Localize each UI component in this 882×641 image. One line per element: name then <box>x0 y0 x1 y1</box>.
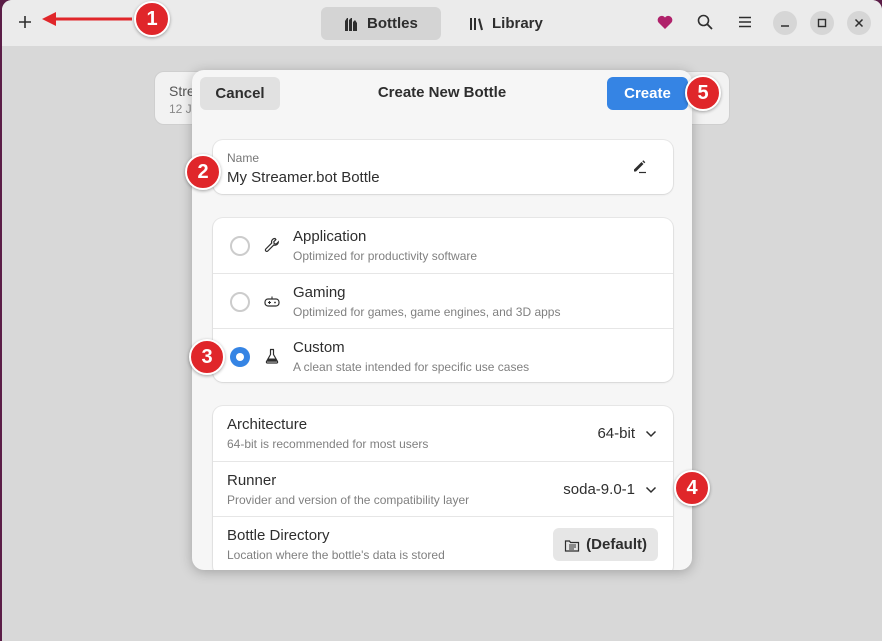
environment-gaming-row[interactable]: Gaming Optimized for games, game engines… <box>213 273 673 328</box>
bottle-directory-button[interactable]: (Default) <box>553 528 658 561</box>
runner-title: Runner <box>227 472 277 489</box>
name-label: Name <box>227 151 260 165</box>
close-window-button[interactable] <box>847 11 871 35</box>
minimize-button[interactable] <box>773 11 797 35</box>
bottles-icon <box>345 17 357 31</box>
folder-documents-icon <box>565 539 580 552</box>
application-title: Application <box>293 228 367 245</box>
create-bottle-dialog: Cancel Create New Bottle Create Name My … <box>192 70 692 570</box>
donate-button[interactable] <box>654 11 676 33</box>
chevron-down-icon <box>645 486 657 493</box>
name-field-row[interactable]: Name My Streamer.bot Bottle <box>213 140 673 194</box>
close-icon <box>854 18 864 28</box>
app-window: Bottles Library Stre 12 J Cancel Create … <box>2 0 882 641</box>
search-button[interactable] <box>694 11 716 33</box>
runner-dropdown[interactable]: soda-9.0-1 <box>563 481 657 498</box>
search-icon <box>697 14 713 30</box>
architecture-row[interactable]: Architecture 64-bit is recommended for m… <box>213 406 673 461</box>
wrench-icon <box>264 237 280 252</box>
maximize-icon <box>817 18 827 28</box>
bottle-directory-subtitle: Location where the bottle's data is stor… <box>227 548 445 562</box>
architecture-title: Architecture <box>227 416 308 433</box>
environment-custom-row[interactable]: Custom A clean state intended for specif… <box>213 328 673 383</box>
architecture-subtitle: 64-bit is recommended for most users <box>227 437 429 451</box>
bottle-directory-row: Bottle Directory Location where the bott… <box>213 516 673 570</box>
gaming-title: Gaming <box>293 284 346 301</box>
annotation-badge-2: 2 <box>185 154 221 190</box>
heart-icon <box>657 15 673 29</box>
custom-title: Custom <box>293 339 345 356</box>
annotation-badge-1: 1 <box>134 1 170 37</box>
gaming-radio[interactable] <box>230 292 250 312</box>
annotation-badge-4: 4 <box>674 470 710 506</box>
architecture-value: 64-bit <box>597 425 635 442</box>
architecture-dropdown[interactable]: 64-bit <box>597 425 657 442</box>
tab-bottles-label: Bottles <box>367 15 418 32</box>
environment-list: Application Optimized for productivity s… <box>213 218 673 382</box>
runner-value: soda-9.0-1 <box>563 481 635 498</box>
custom-subtitle: A clean state intended for specific use … <box>293 360 530 374</box>
add-bottle-button[interactable] <box>12 9 38 35</box>
maximize-button[interactable] <box>810 11 834 35</box>
plus-icon <box>19 16 31 28</box>
bottle-settings-list: Architecture 64-bit is recommended for m… <box>213 406 673 570</box>
tab-library-label: Library <box>492 15 543 32</box>
bottle-list-card-subtitle: 12 J <box>169 102 192 116</box>
library-icon <box>470 17 483 30</box>
main-menu-button[interactable] <box>734 11 756 33</box>
name-input[interactable]: My Streamer.bot Bottle <box>227 169 380 186</box>
application-subtitle: Optimized for productivity software <box>293 249 478 263</box>
gamepad-icon <box>264 296 280 307</box>
flask-icon <box>265 348 279 364</box>
bottle-directory-title: Bottle Directory <box>227 527 330 544</box>
annotation-arrow-icon <box>42 12 132 26</box>
chevron-down-icon <box>645 430 657 437</box>
tab-library[interactable]: Library <box>460 7 552 40</box>
custom-radio[interactable] <box>230 347 250 367</box>
runner-row[interactable]: Runner Provider and version of the compa… <box>213 461 673 516</box>
edit-pencil-icon[interactable] <box>631 158 647 174</box>
minimize-icon <box>781 25 789 27</box>
create-button[interactable]: Create <box>607 77 688 110</box>
bottle-directory-value: (Default) <box>586 536 647 553</box>
gaming-subtitle: Optimized for games, game engines, and 3… <box>293 305 561 319</box>
annotation-badge-3: 3 <box>189 339 225 375</box>
runner-subtitle: Provider and version of the compatibilit… <box>227 493 470 507</box>
bottle-list-card-title: Stre <box>169 83 195 99</box>
tab-bottles[interactable]: Bottles <box>321 7 441 40</box>
annotation-badge-5: 5 <box>685 75 721 111</box>
hamburger-menu-icon <box>739 16 751 28</box>
environment-application-row[interactable]: Application Optimized for productivity s… <box>213 218 673 273</box>
application-radio[interactable] <box>230 236 250 256</box>
